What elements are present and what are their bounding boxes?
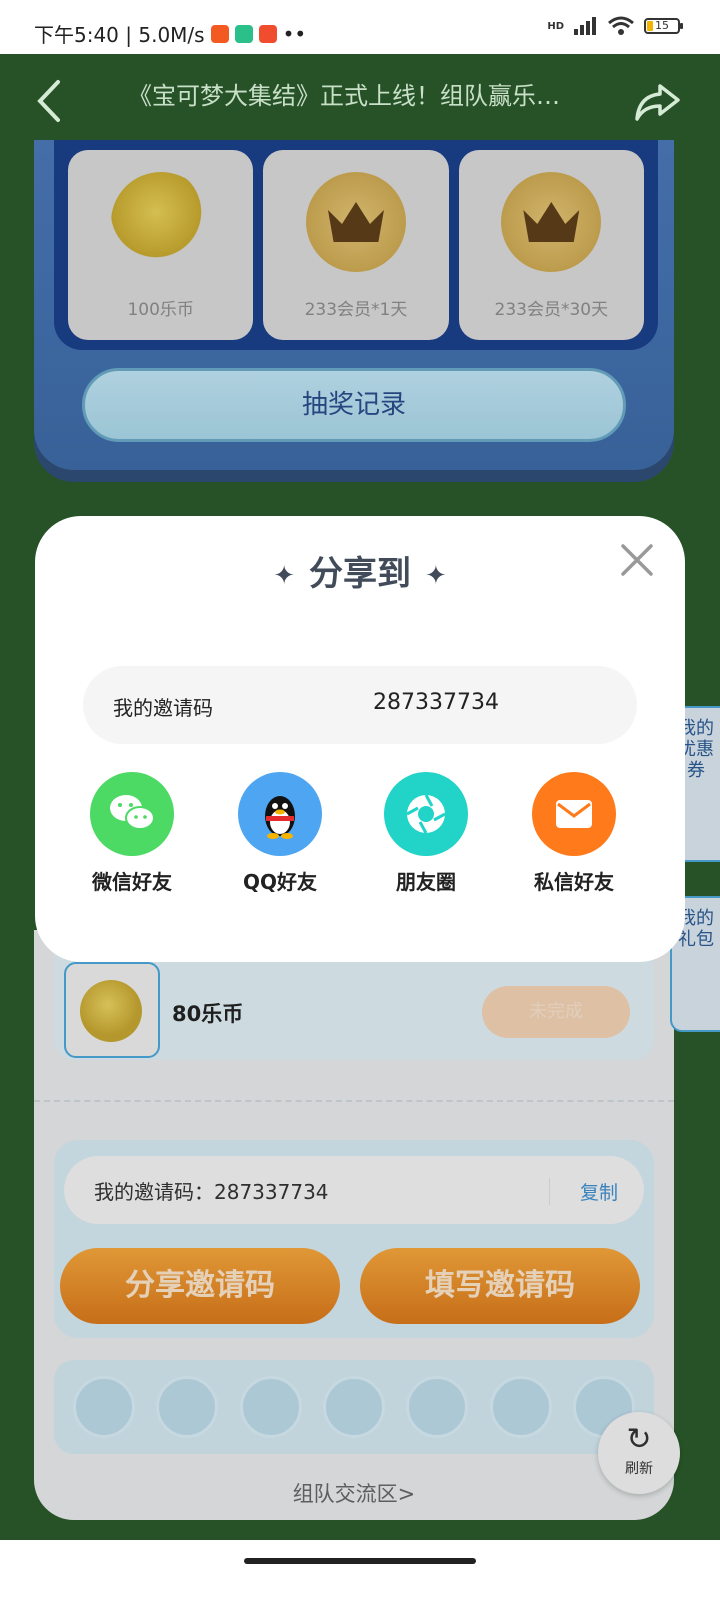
status-dots: •• bbox=[282, 21, 307, 46]
invite-code-label: 我的邀请码 bbox=[113, 696, 213, 720]
home-gesture-bar[interactable] bbox=[244, 1558, 476, 1564]
app-notify-icon bbox=[234, 24, 253, 43]
app-orange-icon bbox=[258, 24, 277, 43]
modal-title: ✦ 分享到 ✦ bbox=[35, 546, 685, 595]
share-label: 微信好友 bbox=[92, 870, 172, 894]
status-right: HD 15 bbox=[547, 16, 683, 36]
share-moments[interactable]: 朋友圈 bbox=[361, 772, 491, 895]
share-modal: ✦ 分享到 ✦ 我的邀请码 287337734 微信好友 QQ好友 朋友圈 私信… bbox=[35, 516, 685, 962]
sparkle-icon: ✦ bbox=[425, 560, 447, 591]
qq-icon bbox=[238, 772, 322, 856]
share-label: 私信好友 bbox=[534, 870, 614, 894]
system-nav-bar bbox=[0, 1540, 720, 1600]
mail-icon bbox=[532, 772, 616, 856]
sparkle-icon: ✦ bbox=[273, 560, 295, 591]
app-233-icon bbox=[210, 24, 229, 43]
status-time: 下午5:40 | 5.0M/s bbox=[34, 23, 205, 47]
share-label: QQ好友 bbox=[242, 870, 317, 894]
share-private-message[interactable]: 私信好友 bbox=[509, 772, 639, 895]
status-left: 下午5:40 | 5.0M/s •• bbox=[34, 19, 306, 48]
battery-icon: 15 bbox=[644, 18, 683, 34]
modal-title-text: 分享到 bbox=[309, 554, 411, 594]
share-label: 朋友圈 bbox=[396, 870, 456, 894]
wifi-icon bbox=[608, 16, 634, 35]
wechat-icon bbox=[90, 772, 174, 856]
close-icon[interactable] bbox=[619, 542, 655, 578]
invite-code-value: 287337734 bbox=[373, 690, 499, 715]
invite-code-row: 我的邀请码 287337734 bbox=[83, 666, 637, 744]
moments-icon bbox=[384, 772, 468, 856]
hd-label: HD bbox=[547, 20, 564, 32]
signal-icon bbox=[574, 17, 596, 35]
share-qq[interactable]: QQ好友 bbox=[215, 772, 345, 895]
battery-level: 15 bbox=[655, 19, 669, 32]
status-bar: 下午5:40 | 5.0M/s •• HD 15 bbox=[0, 0, 720, 54]
share-wechat[interactable]: 微信好友 bbox=[67, 772, 197, 895]
